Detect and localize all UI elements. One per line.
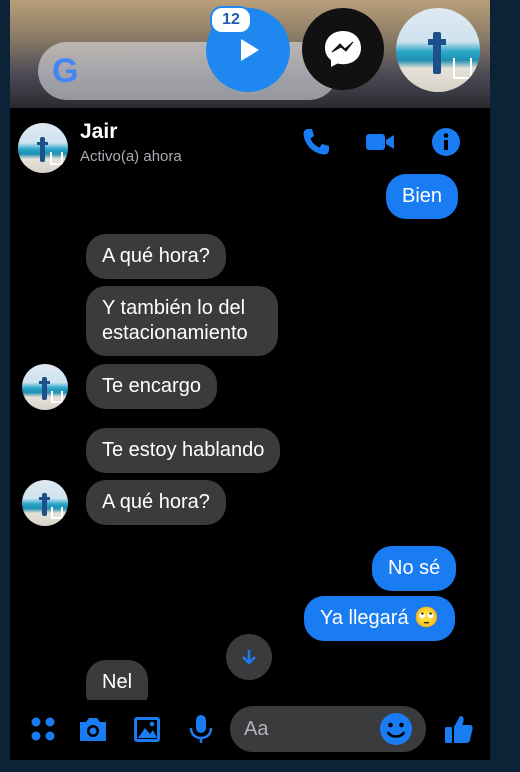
message-incoming[interactable]: Te encargo	[86, 364, 217, 409]
info-icon[interactable]	[430, 126, 462, 158]
home-wallpaper: G 12	[10, 0, 490, 108]
message-input[interactable]: Aa	[230, 706, 426, 752]
message-outgoing[interactable]: No sé	[372, 546, 457, 591]
contact-name[interactable]: Jair	[80, 120, 117, 144]
message-outgoing[interactable]: Bien	[386, 174, 459, 219]
scroll-to-bottom-button[interactable]	[226, 634, 272, 680]
microphone-icon[interactable]	[184, 712, 218, 746]
contact-photo	[396, 8, 480, 92]
conversation-header: Jair Activo(a) ahora	[10, 108, 490, 178]
messenger-icon	[325, 31, 361, 67]
message-composer: Aa	[10, 700, 490, 760]
phone-icon[interactable]	[300, 126, 332, 158]
google-search-bar[interactable]: G	[38, 42, 338, 100]
menu-dots-icon[interactable]	[26, 712, 60, 746]
emoji-icon[interactable]	[378, 711, 414, 747]
video-camera-icon[interactable]	[364, 126, 396, 158]
camera-icon[interactable]	[76, 712, 110, 746]
message-outgoing[interactable]: Ya llegará 🙄	[304, 596, 456, 641]
messenger-chat-head[interactable]	[302, 8, 384, 90]
message-incoming[interactable]: A qué hora?	[86, 480, 226, 525]
image-icon[interactable]	[130, 712, 164, 746]
play-icon	[241, 39, 259, 61]
avatar[interactable]	[22, 480, 68, 526]
notification-badge: 12	[210, 6, 252, 34]
contact-chat-head[interactable]	[396, 8, 480, 92]
message-incoming[interactable]: A qué hora?	[86, 234, 226, 279]
message-input-placeholder: Aa	[244, 718, 269, 740]
message-incoming[interactable]: Te estoy hablando	[86, 428, 281, 473]
phone-screen: G 12 Jair Activo(a) ahora Bien A qué hor…	[10, 0, 490, 760]
message-incoming[interactable]: Y también lo del estacionamiento	[86, 286, 278, 356]
arrow-down-icon	[242, 650, 256, 665]
avatar[interactable]	[22, 364, 68, 410]
thumbs-up-icon[interactable]	[442, 712, 476, 746]
contact-status: Activo(a) ahora	[80, 148, 182, 165]
google-logo: G	[52, 52, 79, 90]
avatar[interactable]	[18, 123, 68, 173]
